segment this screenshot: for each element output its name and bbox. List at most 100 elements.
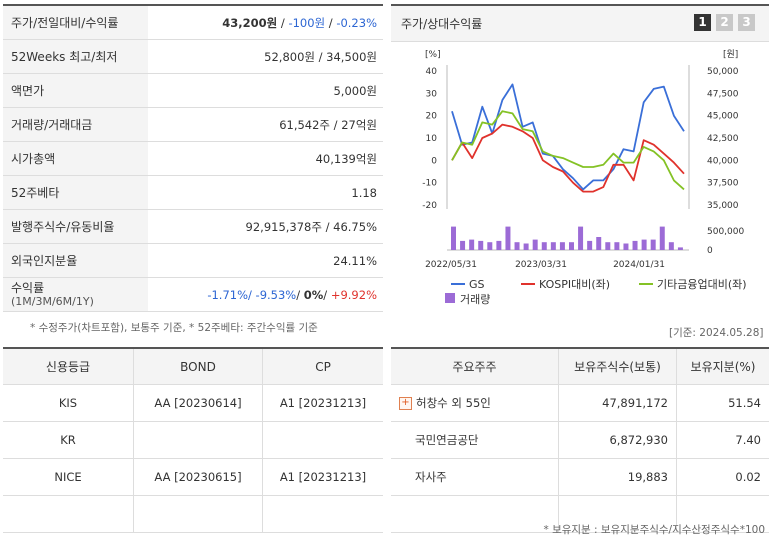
table-header-row: 주요주주 보유주식수(보통) 보유지분(%)	[391, 348, 769, 385]
shares-cell: 47,891,172	[558, 384, 677, 422]
left-tick-label: -20	[422, 201, 437, 211]
stake-cell: 0.02	[676, 458, 769, 496]
table-row: + 허창수 외 55인 47,891,172 51.54	[391, 384, 769, 422]
summary-value: 52,800원 / 34,500원	[148, 39, 383, 74]
table-row: KIS AA [20230614] A1 [20231213]	[3, 384, 383, 422]
holder-name-cell: 국민연금공단	[391, 421, 559, 459]
volume-bar	[514, 242, 520, 250]
return-1y: +9.92%	[330, 287, 377, 302]
agency-cell: NICE	[3, 458, 134, 496]
agency-cell: KIS	[3, 384, 134, 422]
table-row: NICE AA [20230615] A1 [20231213]	[3, 458, 383, 496]
legend-label: 기타금융업대비(좌)	[657, 278, 747, 291]
volume-bar	[623, 243, 629, 250]
summary-label: 수익률 (1M/3M/6M/1Y)	[3, 277, 148, 312]
left-tick-label: 20	[426, 112, 438, 122]
chart-page-3-button[interactable]: 3	[738, 14, 755, 31]
chart-page-2-button[interactable]: 2	[716, 14, 733, 31]
right-axis-unit: [원]	[723, 49, 738, 60]
legend-swatch	[445, 293, 455, 303]
summary-label: 액면가	[3, 73, 148, 108]
bond-cell	[133, 421, 263, 459]
column-header: 신용등급	[3, 348, 134, 385]
table-row: 국민연금공단 6,872,930 7.40	[391, 421, 769, 459]
summary-footnote: * 수정주가(차트포함), 보통주 기준, * 52주베타: 주간수익률 기준	[30, 322, 318, 334]
summary-label: 주가/전일대비/수익률	[3, 5, 148, 40]
legend-label: 거래량	[460, 293, 490, 306]
volume-bar	[650, 239, 656, 250]
volume-bar	[605, 242, 611, 250]
volume-bar	[559, 242, 565, 250]
summary-label: 시가총액	[3, 141, 148, 176]
cp-cell	[262, 421, 383, 459]
summary-value: 24.11%	[148, 243, 383, 278]
right-tick-label: 37,500	[707, 179, 739, 189]
volume-bar	[668, 242, 674, 250]
volume-bar	[641, 239, 647, 250]
agency-cell: KR	[3, 421, 134, 459]
stock-chart: [%] [원] 40 30 20 10 0 -10 -20 50,000 47,500 45,000 4…	[422, 49, 747, 306]
shareholders-table: 주요주주 보유주식수(보통) 보유지분(%) + 허창수 외 55인 47,891…	[391, 347, 769, 533]
return-6m: 0%	[303, 287, 324, 302]
holder-name[interactable]: 허창수 외 55인	[416, 396, 491, 410]
summary-value: 5,000원	[148, 73, 383, 108]
right-tick-label: 42,500	[707, 134, 739, 144]
volume-bar	[596, 237, 602, 250]
holder-name-cell	[391, 495, 559, 533]
volume-tick-label: 0	[707, 246, 713, 256]
summary-row: 52Weeks 최고/최저 52,800원 / 34,500원	[3, 39, 383, 74]
holder-name-cell: + 허창수 외 55인	[391, 384, 559, 422]
table-row	[3, 495, 383, 533]
volume-bar	[550, 242, 556, 250]
summary-value: 61,542주 / 27억원	[148, 107, 383, 142]
column-header: BOND	[133, 348, 263, 385]
column-header: CP	[262, 348, 383, 385]
bond-cell: AA [20230615]	[133, 458, 263, 496]
summary-row-returns: 수익률 (1M/3M/6M/1Y) -1.71%/ -9.53%/ 0%/ +9.…	[3, 277, 383, 312]
left-axis-unit: [%]	[425, 50, 441, 60]
shares-cell: 19,883	[558, 458, 677, 496]
volume-bar	[587, 240, 593, 250]
summary-value: 92,915,378주 / 46.75%	[148, 209, 383, 244]
right-tick-label: 40,000	[707, 156, 739, 166]
current-price: 43,200원	[222, 15, 278, 30]
series-line	[451, 123, 685, 193]
volume-bar	[659, 226, 665, 250]
volume-bar	[487, 242, 493, 250]
volume-bar	[505, 226, 511, 250]
stock-summary-panel: 주가/전일대비/수익률 43,200원 / -100원 / -0.23% 52W…	[3, 4, 383, 312]
summary-label: 거래량/거래대금	[3, 107, 148, 142]
volume-bar	[451, 226, 456, 250]
volume-bar	[523, 243, 529, 250]
summary-value: 1.18	[148, 175, 383, 210]
legend-label: GS	[469, 278, 485, 291]
chart-pager: 1 2 3	[694, 14, 755, 31]
chart-header: 주가/상대수익률 1 2 3	[391, 4, 769, 42]
summary-row: 액면가 5,000원	[3, 73, 383, 108]
left-tick-label: 40	[426, 67, 438, 77]
x-tick-label: 2023/03/31	[515, 260, 567, 270]
volume-bar	[532, 239, 538, 250]
volume-bar	[541, 242, 547, 250]
legend-label: KOSPI대비(좌)	[539, 278, 610, 291]
right-tick-label: 47,500	[707, 89, 739, 99]
summary-row: 52주베타 1.18	[3, 175, 383, 210]
volume-bar	[677, 247, 683, 250]
cp-cell: A1 [20231213]	[262, 458, 383, 496]
chart-panel: 주가/상대수익률 1 2 3 [%] [원] 40 30 20 10 0 -10 -20 50,0…	[391, 4, 769, 306]
volume-bar	[460, 240, 466, 250]
x-tick-label: 2022/05/31	[425, 260, 477, 270]
price-change: -100원	[288, 15, 326, 30]
chart-page-1-button[interactable]: 1	[694, 14, 711, 31]
shareholders-footnote: * 보유지분 : 보유지분주식수/지수산정주식수*100	[543, 524, 765, 536]
right-tick-label: 50,000	[707, 67, 739, 77]
summary-label: 52주베타	[3, 175, 148, 210]
right-tick-label: 35,000	[707, 201, 739, 211]
column-header: 보유지분(%)	[676, 348, 769, 385]
expand-plus-icon[interactable]: +	[399, 397, 412, 410]
left-tick-label: -10	[422, 179, 437, 189]
stake-cell: 7.40	[676, 421, 769, 459]
column-header: 주요주주	[391, 348, 559, 385]
summary-label: 외국인지분율	[3, 243, 148, 278]
left-tick-label: 10	[426, 134, 438, 144]
